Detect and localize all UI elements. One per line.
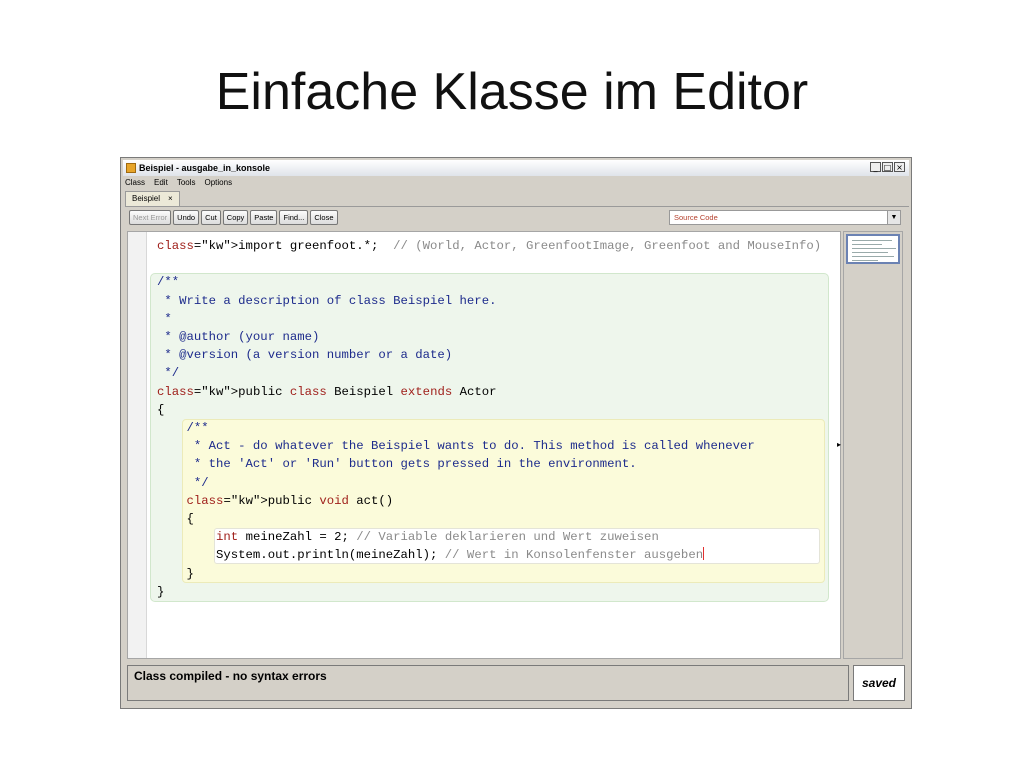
menu-class[interactable]: Class: [125, 178, 145, 187]
source-code[interactable]: class="kw">import greenfoot.*; // (World…: [157, 237, 821, 601]
cut-button[interactable]: Cut: [201, 210, 221, 225]
tab-beispiel[interactable]: Beispiel ×: [125, 191, 180, 206]
saved-indicator: saved: [853, 665, 905, 701]
greenfoot-app-icon: [126, 163, 136, 173]
tab-close-icon[interactable]: ×: [168, 192, 173, 206]
editor-window: Beispiel - ausgabe_in_konsole _ □ × Clas…: [120, 157, 912, 709]
scroll-arrow-icon[interactable]: ▸: [837, 440, 841, 449]
close-button[interactable]: Close: [310, 210, 338, 225]
paste-button[interactable]: Paste: [250, 210, 278, 225]
menu-tools[interactable]: Tools: [177, 178, 196, 187]
minimize-button[interactable]: _: [870, 162, 881, 172]
undo-button[interactable]: Undo: [173, 210, 200, 225]
code-editor[interactable]: class="kw">import greenfoot.*; // (World…: [127, 231, 841, 659]
menu-options[interactable]: Options: [205, 178, 233, 187]
maximize-button[interactable]: □: [882, 162, 893, 172]
next-error-button[interactable]: Next Error: [129, 210, 172, 225]
close-window-button[interactable]: ×: [894, 162, 905, 172]
title-bar: Beispiel - ausgabe_in_konsole _ □ ×: [123, 160, 909, 176]
copy-button[interactable]: Copy: [222, 210, 249, 225]
view-select[interactable]: Source Code ▼: [669, 210, 901, 225]
line-gutter: [128, 232, 147, 658]
window-title: Beispiel - ausgabe_in_konsole: [139, 163, 271, 173]
tab-label: Beispiel: [132, 194, 161, 203]
overview-thumbnail[interactable]: [846, 234, 900, 264]
compile-status-message: Class compiled - no syntax errors: [127, 665, 849, 701]
menu-edit[interactable]: Edit: [154, 178, 168, 187]
find-button[interactable]: Find...: [279, 210, 309, 225]
editor-toolbar: Next Error Undo Cut Copy Paste Find... C…: [129, 210, 338, 225]
code-overview-panel[interactable]: [843, 231, 903, 659]
menu-bar: Class Edit Tools Options: [125, 176, 232, 189]
tab-bar: Beispiel ×: [125, 190, 909, 207]
slide-title: Einfache Klasse im Editor: [215, 63, 809, 121]
chevron-down-icon[interactable]: ▼: [887, 211, 900, 224]
view-select-value: Source Code: [674, 213, 718, 222]
